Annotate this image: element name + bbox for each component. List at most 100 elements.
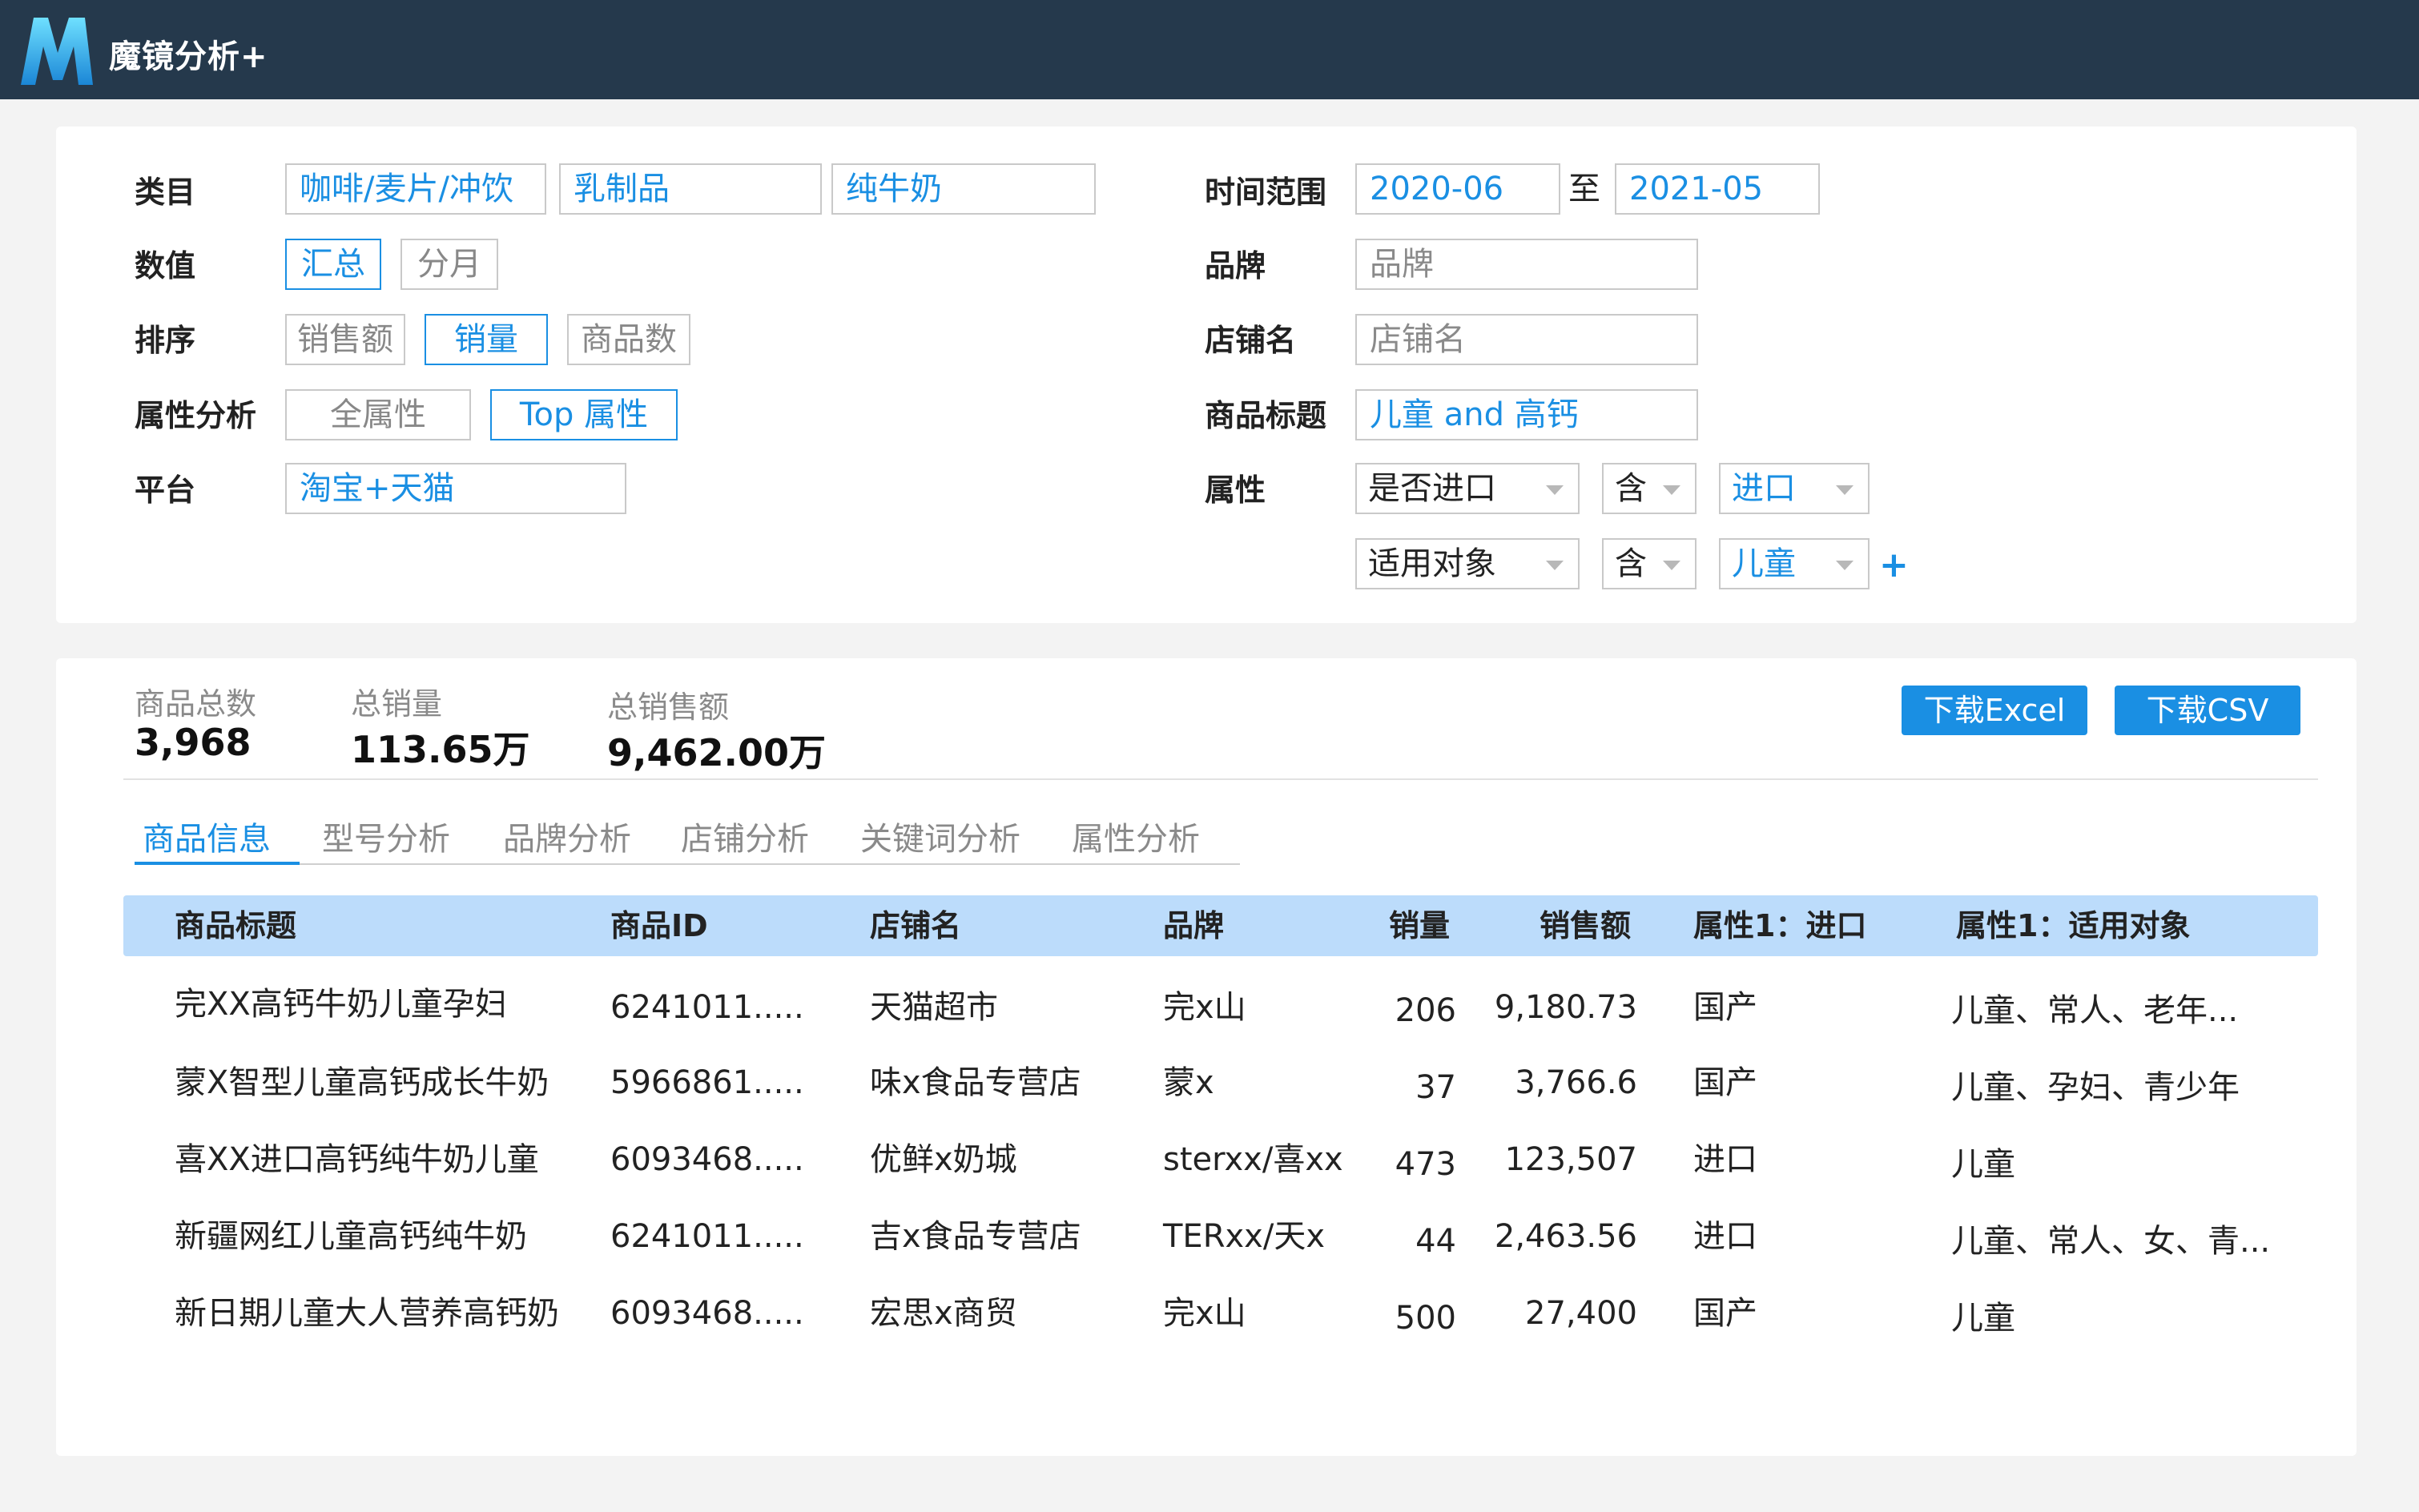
total-sales-value: 113.65万	[351, 728, 530, 771]
app-logo-icon[interactable]	[16, 11, 98, 88]
attr-all-option[interactable]: 全属性	[285, 389, 471, 440]
cell-shop: 天猫超市	[870, 989, 998, 1026]
product-title-label: 商品标题	[1205, 398, 1327, 433]
value-label: 数值	[135, 248, 196, 284]
value-monthly-option[interactable]: 分月	[400, 239, 498, 290]
property-op-select-2[interactable]: 含	[1602, 538, 1697, 589]
chevron-down-icon	[1546, 561, 1564, 570]
chevron-down-icon	[1836, 561, 1853, 570]
cell-title: 新日期儿童大人营养高钙奶	[175, 1295, 559, 1332]
tab-keyword-analysis[interactable]: 关键词分析	[860, 815, 1020, 863]
column-header[interactable]: 商品标题	[175, 895, 296, 956]
product-title-input[interactable]: 儿童 and 高钙	[1355, 389, 1698, 440]
total-revenue-label: 总销售额	[607, 690, 730, 725]
property-attr-value-2: 适用对象	[1368, 545, 1496, 582]
category-level3-field[interactable]: 纯牛奶	[831, 163, 1096, 215]
cell-brand: TERxx/天x	[1163, 1218, 1325, 1255]
platform-label: 平台	[135, 472, 196, 508]
cell-attr-audience: 儿童、常人、女、青...	[1951, 1223, 2271, 1260]
download-csv-button[interactable]: 下载CSV	[2115, 686, 2300, 735]
tab-product-info[interactable]: 商品信息	[143, 815, 271, 863]
shop-label: 店铺名	[1205, 323, 1297, 358]
cell-revenue: 27,400	[1525, 1295, 1637, 1332]
cell-id: 6241011.....	[610, 1218, 804, 1255]
cell-title: 新疆网红儿童高钙纯牛奶	[175, 1218, 527, 1255]
tab-attribute-analysis[interactable]: 属性分析	[1072, 815, 1200, 863]
property-op-select-1[interactable]: 含	[1602, 463, 1697, 514]
cell-sales: 473	[1395, 1146, 1456, 1183]
value-summary-option[interactable]: 汇总	[285, 239, 381, 290]
property-op-value-2: 含	[1615, 545, 1647, 582]
cell-shop: 吉x食品专营店	[870, 1218, 1081, 1255]
category-level2-field[interactable]: 乳制品	[559, 163, 822, 215]
column-header[interactable]: 销售额	[1540, 895, 1631, 956]
column-header[interactable]: 店铺名	[870, 895, 961, 956]
tabs-baseline	[135, 863, 1240, 865]
time-range-separator: 至	[1568, 171, 1600, 207]
sort-revenue-option[interactable]: 销售额	[285, 314, 405, 365]
time-to-field[interactable]: 2021-05	[1615, 163, 1820, 215]
cell-id: 5966861.....	[610, 1064, 804, 1101]
cell-title: 完XX高钙牛奶儿童孕妇	[175, 986, 507, 1023]
cell-title: 蒙X智型儿童高钙成长牛奶	[175, 1064, 549, 1101]
brand-input[interactable]: 品牌	[1355, 239, 1698, 290]
cell-revenue: 123,507	[1504, 1141, 1637, 1178]
cell-shop: 优鲜x奶城	[870, 1141, 1017, 1178]
property-value-select-2[interactable]: 儿童	[1719, 538, 1870, 589]
add-property-button[interactable]: +	[1879, 540, 1909, 591]
property-value-select-1[interactable]: 进口	[1719, 463, 1870, 514]
cell-id: 6093468.....	[610, 1141, 804, 1178]
app-title: 魔镜分析+	[109, 38, 268, 75]
tab-brand-analysis[interactable]: 品牌分析	[503, 815, 631, 863]
shop-input[interactable]: 店铺名	[1355, 314, 1698, 365]
property-op-value-1: 含	[1615, 470, 1647, 507]
tab-shop-analysis[interactable]: 店铺分析	[681, 815, 809, 863]
chevron-down-icon	[1663, 561, 1680, 570]
property-attr-select-1[interactable]: 是否进口	[1355, 463, 1580, 514]
cell-sales: 206	[1395, 992, 1456, 1029]
cell-sales: 44	[1415, 1223, 1456, 1260]
sort-sales-option[interactable]: 销量	[425, 314, 548, 365]
stats-divider	[123, 778, 2318, 780]
time-from-field[interactable]: 2020-06	[1355, 163, 1560, 215]
cell-id: 6093468.....	[610, 1295, 804, 1332]
platform-field[interactable]: 淘宝+天猫	[285, 463, 626, 514]
cell-brand: 蒙x	[1163, 1064, 1214, 1101]
column-header[interactable]: 属性1：进口	[1693, 895, 1866, 956]
cell-attr-import: 国产	[1693, 989, 1757, 1026]
column-header[interactable]: 销量	[1389, 895, 1450, 956]
time-range-label: 时间范围	[1205, 175, 1327, 210]
sort-label: 排序	[135, 323, 196, 358]
column-header[interactable]: 品牌	[1163, 895, 1224, 956]
download-excel-button[interactable]: 下载Excel	[1902, 686, 2087, 735]
chevron-down-icon	[1836, 485, 1853, 495]
attr-analysis-label: 属性分析	[135, 398, 257, 433]
cell-brand: 完x山	[1163, 1295, 1246, 1332]
cell-id: 6241011.....	[610, 989, 804, 1026]
column-header[interactable]: 属性1：适用对象	[1956, 895, 2190, 956]
category-level1-field[interactable]: 咖啡/麦片/冲饮	[285, 163, 546, 215]
property-attr-value-1: 是否进口	[1368, 470, 1496, 507]
cell-revenue: 2,463.56	[1494, 1218, 1637, 1255]
cell-sales: 500	[1395, 1300, 1456, 1337]
category-label: 类目	[135, 175, 196, 210]
cell-attr-import: 进口	[1693, 1218, 1757, 1255]
attr-top-option[interactable]: Top 属性	[490, 389, 678, 440]
top-bar: 魔镜分析+	[0, 0, 2419, 99]
column-header[interactable]: 商品ID	[610, 895, 708, 956]
chevron-down-icon	[1546, 485, 1564, 495]
property-label: 属性	[1205, 472, 1266, 508]
total-items-label: 商品总数	[135, 686, 257, 722]
tab-model-analysis[interactable]: 型号分析	[322, 815, 450, 863]
total-revenue-value: 9,462.00万	[607, 731, 826, 774]
sort-item-count-option[interactable]: 商品数	[567, 314, 690, 365]
cell-shop: 宏思x商贸	[870, 1295, 1017, 1332]
cell-attr-audience: 儿童	[1951, 1300, 2015, 1337]
tab-active-indicator	[135, 862, 300, 865]
cell-revenue: 9,180.73	[1494, 989, 1637, 1026]
property-value-value-2: 儿童	[1732, 545, 1796, 582]
property-attr-select-2[interactable]: 适用对象	[1355, 538, 1580, 589]
cell-sales: 37	[1415, 1069, 1456, 1106]
cell-brand: 完x山	[1163, 989, 1246, 1026]
brand-label: 品牌	[1205, 248, 1266, 284]
